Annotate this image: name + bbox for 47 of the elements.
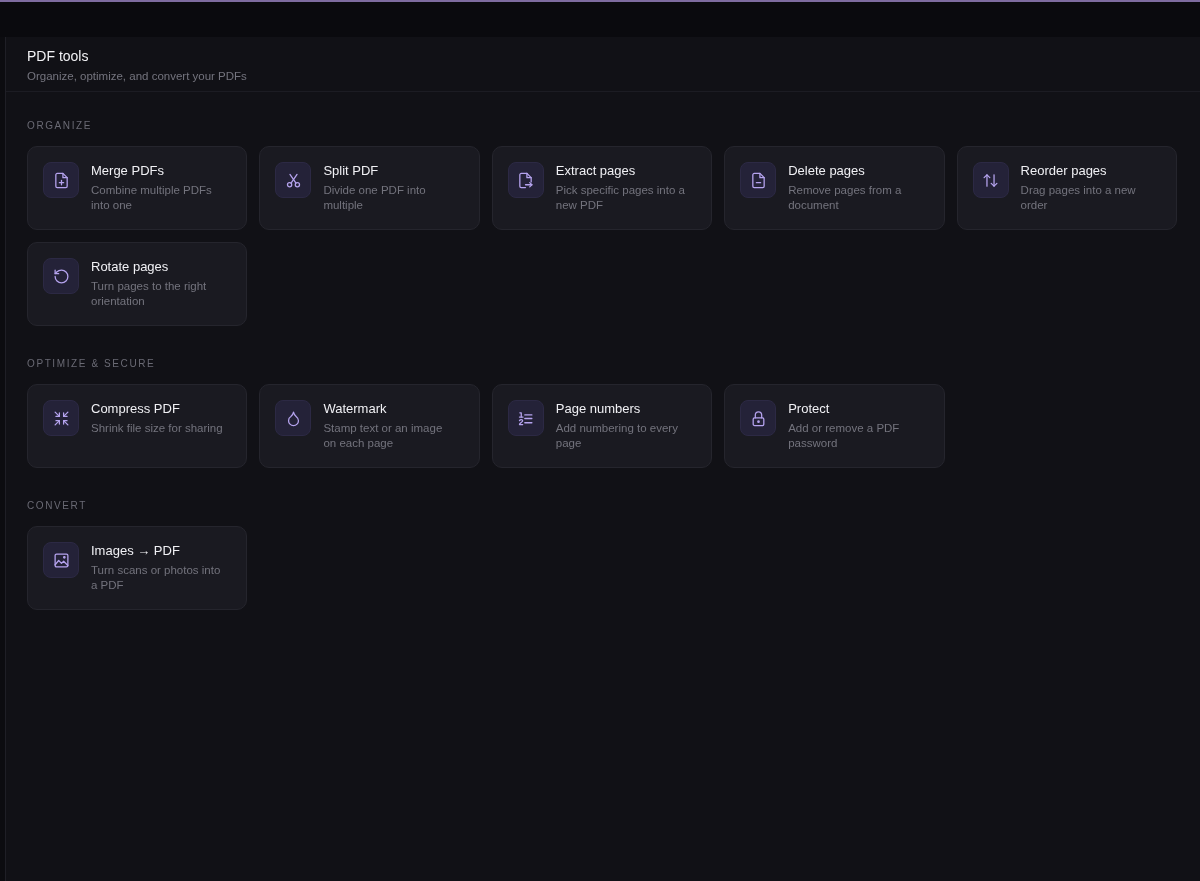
tool-card[interactable]: Protect Add or remove a PDF password bbox=[724, 384, 945, 468]
section-heading: ORGANIZE bbox=[27, 120, 93, 132]
tool-title: Merge PDFs bbox=[91, 162, 165, 180]
scissors-icon bbox=[275, 162, 312, 198]
tool-description: Pick specific pages into a new PDF bbox=[555, 183, 686, 213]
tool-card[interactable]: Extract pages Pick specific pages into a new PDF bbox=[491, 146, 713, 230]
tool-card[interactable]: Split PDF Divide one PDF into multiple bbox=[259, 146, 480, 230]
tool-description: Shrink file size for sharing bbox=[91, 421, 224, 436]
numbered-list-icon bbox=[507, 400, 544, 436]
up-down-arrows-icon bbox=[972, 162, 1009, 198]
tool-card[interactable]: Watermark Stamp text or an image on each page bbox=[259, 384, 480, 468]
file-minus-icon bbox=[740, 162, 777, 198]
tool-card[interactable]: Merge PDFs Combine multiple PDFs into one bbox=[27, 146, 248, 230]
tool-card[interactable]: Reorder pages Drag pages into a new order bbox=[956, 146, 1177, 230]
tool-description: Divide one PDF into multiple bbox=[323, 183, 427, 213]
image-icon bbox=[43, 542, 79, 578]
shrink-arrows-icon bbox=[43, 400, 79, 436]
page-subtitle: Organize, optimize, and convert your PDFs bbox=[27, 69, 248, 84]
tool-title: Watermark bbox=[323, 400, 388, 418]
droplet-icon bbox=[275, 400, 312, 436]
tool-description: Add numbering to every page bbox=[555, 421, 679, 451]
tool-description: Stamp text or an image on each page bbox=[323, 421, 444, 451]
tool-description: Turn pages to the right orientation bbox=[91, 279, 208, 309]
section-heading: OPTIMIZE & SECURE bbox=[27, 358, 156, 370]
file-plus-icon bbox=[43, 162, 79, 198]
lock-icon bbox=[740, 400, 777, 436]
tool-title: Rotate pages bbox=[91, 258, 170, 276]
tool-card[interactable]: Images → PDF Turn scans or photos into a PDF bbox=[27, 526, 248, 610]
tool-title: Delete pages bbox=[788, 162, 866, 180]
tool-description: Remove pages from a document bbox=[788, 183, 903, 213]
tool-title: Images → PDF bbox=[91, 542, 181, 560]
tool-card[interactable]: Rotate pages Turn pages to the right orientation bbox=[27, 242, 248, 326]
tool-card[interactable]: Compress PDF Shrink file size for sharing bbox=[27, 384, 248, 468]
tool-title: Split PDF bbox=[323, 162, 380, 180]
tool-description: Turn scans or photos into a PDF bbox=[91, 563, 222, 593]
page-title: PDF tools bbox=[27, 47, 90, 66]
tool-description: Drag pages into a new order bbox=[1020, 183, 1137, 213]
tool-card[interactable]: Delete pages Remove pages from a document bbox=[724, 146, 945, 230]
tool-title: Page numbers bbox=[555, 400, 642, 418]
tool-description: Add or remove a PDF password bbox=[788, 421, 901, 451]
tool-title: Compress PDF bbox=[91, 400, 181, 418]
tool-title: Reorder pages bbox=[1020, 162, 1108, 180]
tool-description: Combine multiple PDFs into one bbox=[91, 183, 213, 213]
tool-card[interactable]: Page numbers Add numbering to every page bbox=[491, 384, 713, 468]
section-heading: CONVERT bbox=[27, 500, 87, 512]
tool-title: Extract pages bbox=[555, 162, 637, 180]
tool-title: Protect bbox=[788, 400, 831, 418]
